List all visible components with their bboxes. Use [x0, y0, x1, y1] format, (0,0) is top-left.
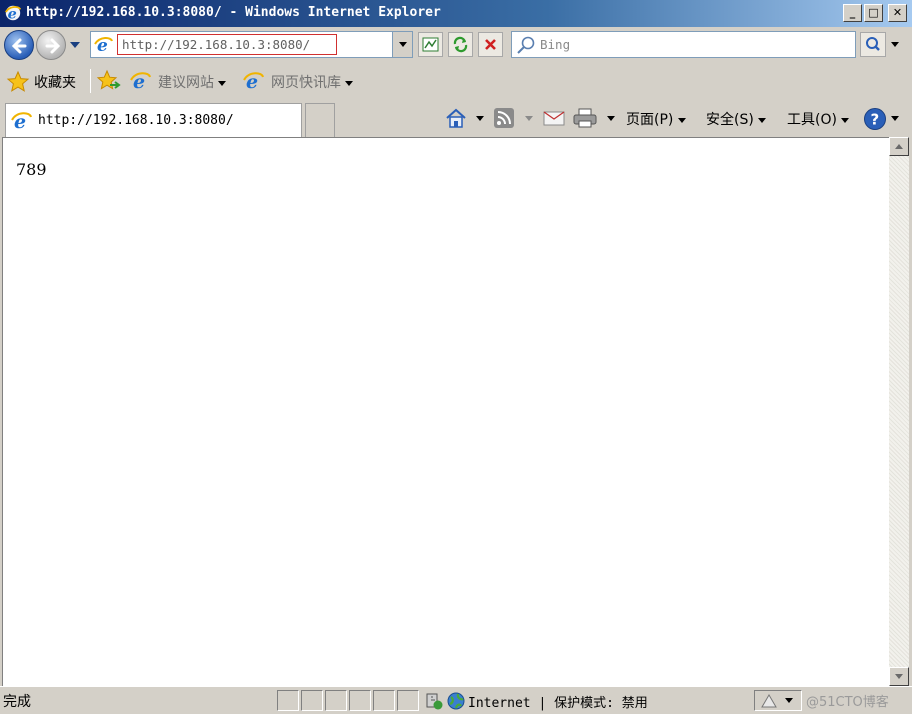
search-input[interactable]: Bing [540, 37, 570, 52]
address-bar[interactable]: e http://192.168.10.3:8080/ [90, 31, 413, 58]
scroll-down-button[interactable] [889, 667, 909, 686]
chevron-down-icon [399, 42, 407, 47]
minimize-button[interactable]: _ [843, 4, 862, 22]
status-panel [301, 690, 323, 711]
ie-icon: e [11, 111, 32, 132]
status-panel [397, 690, 419, 711]
help-icon: ? [864, 108, 886, 130]
status-panel [325, 690, 347, 711]
ie-icon: e [130, 71, 151, 92]
add-favorite-icon[interactable] [96, 69, 122, 93]
page-body-text: 789 [16, 160, 47, 179]
tab-label: http://192.168.10.3:8080/ [38, 113, 234, 128]
mail-icon [543, 111, 565, 126]
back-button[interactable] [4, 30, 34, 60]
ie-icon: e [94, 36, 113, 55]
tools-menu-label: 工具(O) [787, 109, 850, 129]
security-zone-text[interactable]: Internet | 保护模式: 禁用 [468, 692, 648, 711]
status-text: 完成 [3, 694, 31, 710]
favorite-link-label: 建议网站 [158, 72, 227, 92]
compatibility-view-button[interactable] [418, 32, 443, 57]
favorite-link-label: 网页快讯库 [271, 72, 354, 92]
favorites-bar: 收藏夹 e 建议网站 e 网页快讯库 [0, 63, 912, 99]
page-menu-label: 页面(P) [626, 109, 686, 129]
page-menu[interactable]: 页面(P) [626, 107, 696, 129]
rss-icon [494, 108, 514, 128]
watermark-text: @51CTO博客 [806, 695, 889, 710]
address-dropdown-button[interactable] [392, 32, 412, 57]
address-toolbar: e http://192.168.10.3:8080/ Bing [0, 27, 912, 63]
maximize-button[interactable]: □ [864, 4, 883, 22]
status-panel [349, 690, 371, 711]
vertical-scrollbar[interactable] [889, 137, 909, 686]
forward-arrow-icon [45, 38, 61, 54]
search-icon [517, 36, 535, 54]
print-button[interactable] [572, 107, 616, 129]
tab-command-bar: e http://192.168.10.3:8080/ 页面(P) 安全(S) … [0, 99, 912, 137]
status-panel [277, 690, 299, 711]
tab-active[interactable]: e http://192.168.10.3:8080/ [5, 103, 302, 137]
ie-icon: e [243, 71, 264, 92]
globe-icon [447, 692, 465, 710]
add-on-icon[interactable] [424, 691, 444, 711]
read-mail-button[interactable] [542, 107, 568, 129]
search-box[interactable]: Bing [511, 31, 856, 58]
safety-menu[interactable]: 安全(S) [706, 107, 776, 129]
safety-menu-label: 安全(S) [706, 109, 767, 129]
home-button[interactable] [444, 107, 488, 129]
search-button[interactable] [860, 32, 886, 57]
refresh-button[interactable] [448, 32, 473, 57]
zoom-panel[interactable] [754, 690, 802, 711]
favorite-link-suggested-sites[interactable]: e 建议网站 [130, 70, 234, 92]
printer-icon [573, 108, 597, 128]
refresh-icon [453, 36, 468, 53]
stop-button[interactable] [478, 32, 503, 57]
back-arrow-icon [11, 38, 27, 54]
window-title: http://192.168.10.3:8080/ - Windows Inte… [26, 5, 441, 20]
feeds-button[interactable] [493, 107, 537, 129]
close-icon [485, 39, 496, 50]
recent-pages-dropdown-icon[interactable] [68, 40, 82, 50]
favorite-link-web-slice-gallery[interactable]: e 网页快讯库 [243, 70, 361, 92]
divider [90, 69, 91, 93]
chevron-up-icon [895, 144, 903, 149]
url-input[interactable]: http://192.168.10.3:8080/ [117, 34, 337, 55]
svg-text:?: ? [871, 111, 880, 129]
protected-mode-icon [761, 694, 777, 708]
search-icon [866, 37, 880, 51]
ie-icon: e [5, 5, 22, 22]
compatibility-icon [422, 37, 439, 52]
title-bar: e http://192.168.10.3:8080/ - Windows In… [0, 0, 912, 27]
status-panel [373, 690, 395, 711]
forward-button[interactable] [36, 30, 66, 60]
chevron-down-icon [895, 674, 903, 679]
scroll-up-button[interactable] [889, 137, 909, 156]
search-options-dropdown-icon[interactable] [888, 39, 902, 49]
home-icon [446, 108, 466, 128]
status-bar: 完成 Internet | 保护模式: 禁用 @51CTO博客 [0, 686, 912, 714]
page-viewport[interactable]: 789 [2, 137, 889, 686]
close-button[interactable]: ✕ [888, 4, 907, 22]
tools-menu[interactable]: 工具(O) [787, 107, 857, 129]
favorites-button[interactable]: 收藏夹 [34, 72, 76, 92]
new-tab-button[interactable] [305, 103, 335, 137]
star-icon[interactable] [6, 70, 30, 94]
help-button[interactable]: ? [863, 107, 903, 130]
